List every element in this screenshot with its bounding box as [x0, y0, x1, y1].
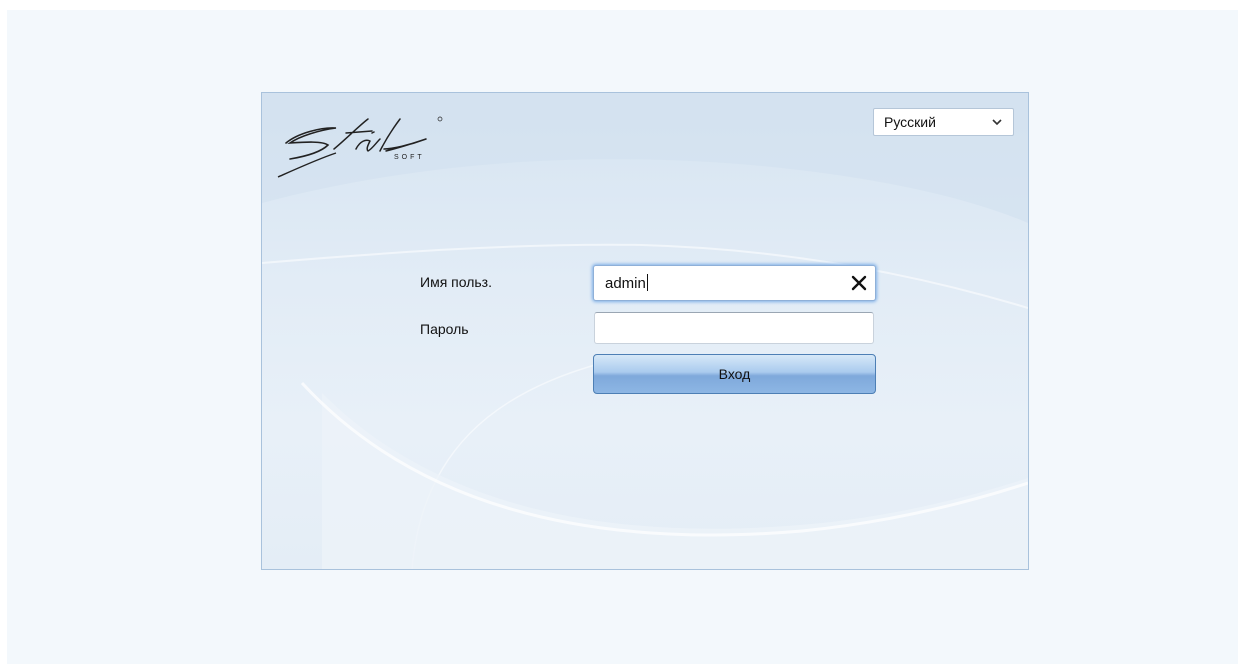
- password-field[interactable]: [594, 312, 874, 344]
- close-icon[interactable]: [851, 275, 867, 291]
- username-label: Имя польз.: [420, 274, 492, 290]
- svg-text:SOFT: SOFT: [394, 154, 425, 161]
- stil-soft-logo: SOFT: [277, 116, 443, 178]
- username-field[interactable]: admin: [593, 265, 876, 301]
- username-value: admin: [605, 274, 648, 292]
- language-select-value: Русский: [884, 114, 936, 130]
- login-panel: SOFT Русский Имя польз. Пароль admin Вхо…: [261, 92, 1029, 570]
- text-caret: [646, 274, 648, 291]
- login-button[interactable]: Вход: [593, 354, 876, 394]
- password-label: Пароль: [420, 321, 469, 337]
- language-select[interactable]: Русский: [873, 108, 1014, 136]
- chevron-down-icon: [992, 119, 1002, 126]
